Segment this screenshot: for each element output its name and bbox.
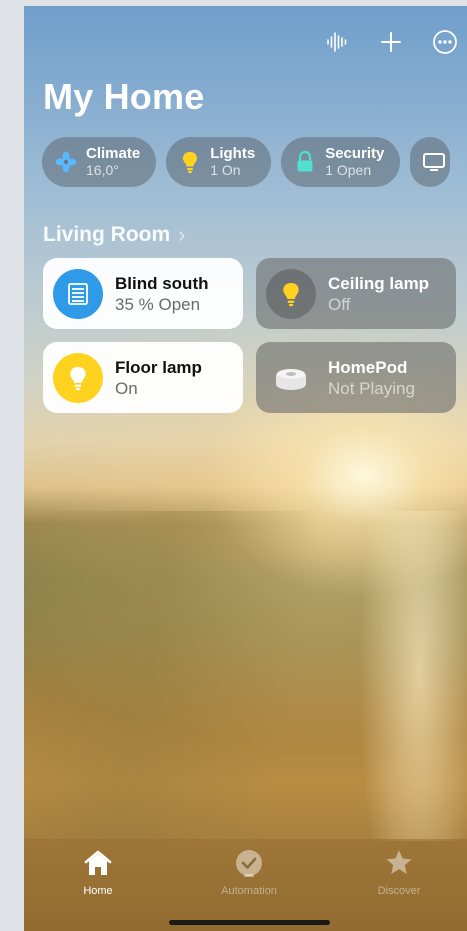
bulb-icon <box>53 352 103 403</box>
top-toolbar <box>323 28 459 56</box>
tv-icon <box>422 150 446 174</box>
accessory-state: On <box>115 378 138 398</box>
bulb-icon <box>178 150 202 174</box>
house-icon <box>38 847 158 879</box>
tab-discover[interactable]: Discover <box>339 847 459 897</box>
bulb-icon <box>266 268 316 319</box>
accessory-state: Off <box>328 294 351 314</box>
tab-label: Home <box>83 885 113 897</box>
accessory-name: Ceiling lamp <box>328 273 430 293</box>
accessory-homepod[interactable]: HomePod Not Playing <box>256 342 456 413</box>
more-icon[interactable] <box>431 28 459 56</box>
section-living-room[interactable]: Living Room › <box>43 222 186 248</box>
tab-bar: Home Automation Discover <box>24 839 467 931</box>
page-title: My Home <box>43 76 205 117</box>
accessory-state: Not Playing <box>328 378 415 398</box>
category-label: Lights <box>210 145 256 162</box>
tab-label: Discover <box>377 885 421 897</box>
category-status: 16,0° <box>86 162 119 178</box>
background-photo <box>24 511 467 841</box>
category-media[interactable] <box>410 137 451 187</box>
category-status: 1 Open <box>325 162 372 178</box>
category-lights[interactable]: Lights 1 On <box>166 137 272 187</box>
home-indicator <box>169 920 330 925</box>
plus-icon[interactable] <box>377 28 405 56</box>
tab-label: Automation <box>221 885 277 897</box>
tab-automation[interactable]: Automation <box>189 847 309 897</box>
star-icon <box>339 847 459 879</box>
category-label: Security <box>325 145 385 162</box>
category-climate[interactable]: Climate 16,0° <box>42 137 157 187</box>
accessory-blind-south[interactable]: Blind south 35 % Open <box>43 258 243 329</box>
accessory-name: Blind south <box>115 273 209 293</box>
category-security[interactable]: Security 1 Open <box>281 137 401 187</box>
home-app-screen: My Home Climate 16,0° Lights 1 On Securi… <box>24 6 467 931</box>
homepod-icon <box>266 353 316 403</box>
tab-home[interactable]: Home <box>38 847 158 897</box>
accessory-name: HomePod <box>328 357 408 377</box>
lock-icon <box>293 150 317 174</box>
accessory-ceiling-lamp[interactable]: Ceiling lamp Off <box>256 258 456 329</box>
accessory-floor-lamp[interactable]: Floor lamp On <box>43 342 243 413</box>
section-title: Living Room <box>43 223 171 246</box>
category-label: Climate <box>86 145 141 162</box>
accessory-state: 35 % Open <box>115 294 201 314</box>
chevron-right-icon: › <box>178 222 186 247</box>
accessory-name: Floor lamp <box>115 357 202 377</box>
fan-icon <box>54 150 78 174</box>
category-status: 1 On <box>210 162 241 178</box>
voice-waveform-icon[interactable] <box>323 28 351 56</box>
blind-icon <box>53 268 103 319</box>
category-pills: Climate 16,0° Lights 1 On Security 1 Ope… <box>42 137 451 187</box>
clock-check-icon <box>189 847 309 879</box>
